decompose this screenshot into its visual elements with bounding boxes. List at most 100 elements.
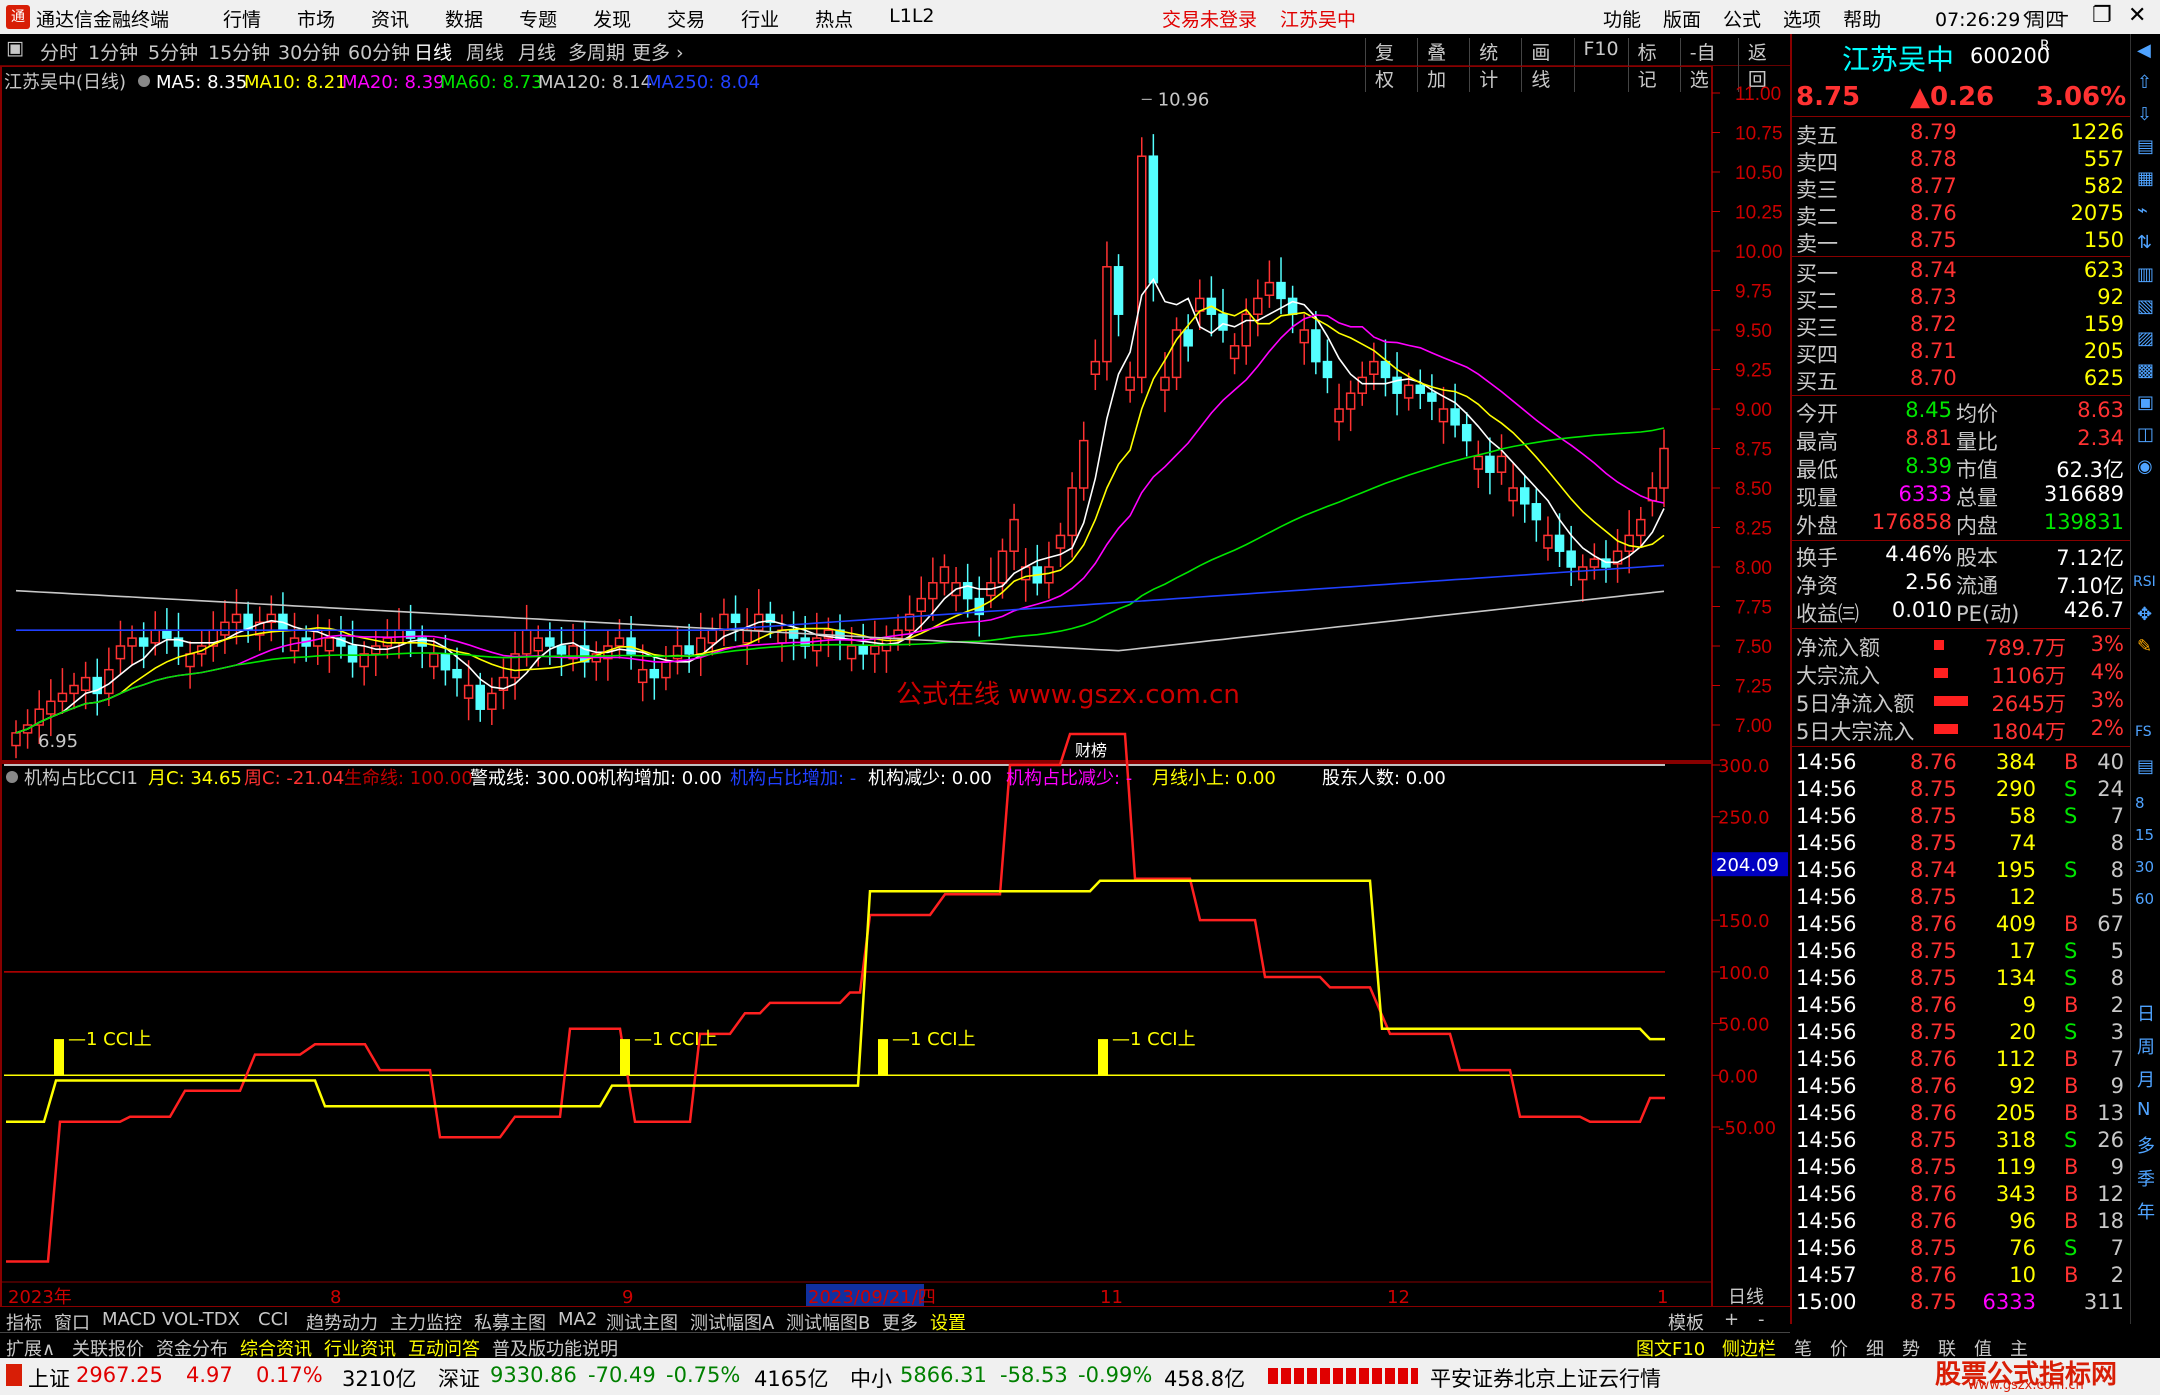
side-rsi[interactable]: RSI <box>2133 574 2156 590</box>
period-1[interactable]: 1分钟 <box>88 38 138 65</box>
side-tool-icon[interactable]: ◫ <box>2137 424 2154 445</box>
price-label: 9.25 <box>1735 361 1772 382</box>
candle-body <box>1264 281 1275 296</box>
side-tool-icon[interactable]: ◉ <box>2137 456 2153 477</box>
back-icon[interactable]: ‹ <box>2022 3 2031 28</box>
rmenu-0[interactable]: 功能 <box>1592 5 1652 32</box>
period-2[interactable]: 5分钟 <box>148 38 198 65</box>
ask-row-1: 卖四 8.78 557 <box>1796 147 2124 175</box>
login-status[interactable]: 交易未登录 <box>1162 5 1257 32</box>
zx-amount: 458.8亿 <box>1164 1367 1246 1391</box>
side-pen-icon[interactable]: ✎ <box>2137 636 2152 657</box>
tab-8[interactable]: MA2 <box>558 1309 597 1330</box>
stat-row-0: 今开 8.45 均价 8.63 <box>1796 398 2124 426</box>
side-period-2[interactable]: 月 <box>2137 1066 2155 1092</box>
chart-area[interactable]: 10.966.95公式在线 www.gszx.com.cn财榜 11.0010.… <box>0 66 1790 1312</box>
candle-body <box>1415 384 1426 394</box>
menu-3[interactable]: 数据 <box>427 5 501 32</box>
candle-body <box>1345 392 1356 410</box>
menu-9[interactable]: L1L2 <box>871 5 952 32</box>
side-period-0[interactable]: 日 <box>2137 1000 2155 1026</box>
price-label: 8.25 <box>1735 519 1772 540</box>
menu-7[interactable]: 行业 <box>723 5 797 32</box>
side-tool-icon[interactable]: ▦ <box>2137 168 2154 189</box>
legend-ma120: MA120: 8.14 <box>538 72 652 93</box>
side-period-15[interactable]: 15 <box>2135 826 2154 844</box>
side-tool-icon[interactable]: ⇧ <box>2137 72 2152 93</box>
candle-body <box>928 582 938 600</box>
side-period-3[interactable]: N <box>2137 1099 2150 1120</box>
candle-body <box>324 637 335 652</box>
rmenu-1[interactable]: 版面 <box>1652 5 1712 32</box>
side-period-6[interactable]: 年 <box>2137 1198 2155 1224</box>
side-tool-icon[interactable]: ⌁ <box>2137 200 2148 221</box>
period-9[interactable]: 多周期 <box>568 38 625 65</box>
period-10[interactable]: 更多 › <box>632 38 684 65</box>
panel-toggle-icon[interactable]: ▣ <box>6 37 24 59</box>
side-tool-icon[interactable]: ⇩ <box>2137 104 2152 125</box>
sz-change: -70.49 <box>588 1363 656 1387</box>
side-tool-icon[interactable]: ⇅ <box>2137 232 2152 253</box>
rmenu-4[interactable]: 帮助 <box>1832 5 1892 32</box>
menu-2[interactable]: 资讯 <box>353 5 427 32</box>
side-period-1[interactable]: 周 <box>2137 1033 2155 1059</box>
side-tool-icon[interactable]: ◀ <box>2137 40 2151 61</box>
price-change: ▲0.26 <box>1910 82 1995 112</box>
menu-0[interactable]: 行情 <box>205 5 279 32</box>
side-period-5[interactable]: 季 <box>2137 1165 2155 1191</box>
tick-row-5: 14:56 8.75 12 5 <box>1796 885 2124 909</box>
side-tool-icon[interactable]: ▧ <box>2137 296 2154 317</box>
side-tool-icon[interactable]: ▩ <box>2137 360 2154 381</box>
menu-1[interactable]: 市场 <box>279 5 353 32</box>
period-5[interactable]: 60分钟 <box>348 38 410 65</box>
price-label: 9.75 <box>1735 282 1772 303</box>
restore-icon[interactable]: ❐ <box>2092 3 2112 28</box>
candle-body <box>1508 487 1518 502</box>
stat-row-4: 外盘 176858 内盘 139831 <box>1796 510 2124 538</box>
legend-toggle-icon[interactable] <box>138 75 150 87</box>
last-price: 8.75 <box>1796 82 1861 112</box>
side-period-60[interactable]: 60 <box>2135 890 2154 908</box>
period-4[interactable]: 30分钟 <box>278 38 340 65</box>
side-period-4[interactable]: 多 <box>2137 1132 2155 1158</box>
zx-name[interactable]: 中小 <box>850 1363 892 1393</box>
side-tool-icon[interactable]: ▣ <box>2137 392 2154 413</box>
candle-body <box>997 550 1008 584</box>
menu-4[interactable]: 专题 <box>501 5 575 32</box>
side-tool-icon[interactable]: ▤ <box>2137 136 2154 157</box>
tab-right-2[interactable]: - <box>1758 1309 1765 1330</box>
menu-8[interactable]: 热点 <box>797 5 871 32</box>
period-0[interactable]: 分时 <box>40 38 78 65</box>
side-fs[interactable]: FS <box>2135 724 2152 740</box>
side-move-icon[interactable]: ✥ <box>2137 604 2152 625</box>
ind-toggle-icon[interactable] <box>6 771 18 783</box>
indicator-tabs: 指标 窗口 MACD VOL-TDX CCI 趋势动力 主力监控 私募主图 MA2 测试主图 测试幅… <box>0 1306 1790 1334</box>
side-period-8[interactable]: 8 <box>2135 794 2145 812</box>
sz-name[interactable]: 深证 <box>438 1363 480 1393</box>
period-6[interactable]: 日线 <box>414 38 452 65</box>
candle-body <box>138 637 149 647</box>
badge[interactable]: 财榜 <box>1075 741 1107 760</box>
side-tool-icon[interactable]: ▥ <box>2137 264 2154 285</box>
side-period-30[interactable]: 30 <box>2135 858 2154 876</box>
close-icon[interactable]: ✕ <box>2128 3 2146 28</box>
tab-right-1[interactable]: + <box>1724 1309 1739 1330</box>
clock: 07:26:29 周四 <box>1935 9 2065 31</box>
tab-2[interactable]: MACD <box>102 1309 156 1330</box>
rmenu-3[interactable]: 选项 <box>1772 5 1832 32</box>
sh-name[interactable]: 上证 <box>28 1363 70 1393</box>
zx-value: 5866.31 <box>900 1363 987 1387</box>
menu-6[interactable]: 交易 <box>649 5 723 32</box>
side-chart-icon[interactable]: ▤ <box>2137 756 2154 777</box>
period-3[interactable]: 15分钟 <box>208 38 270 65</box>
period-8[interactable]: 月线 <box>518 38 556 65</box>
period-7[interactable]: 周线 <box>466 38 504 65</box>
candle-body <box>1102 266 1112 363</box>
minimize-icon[interactable]: – <box>2058 3 2069 28</box>
tab-3[interactable]: VOL-TDX <box>162 1309 240 1330</box>
menu-5[interactable]: 发现 <box>575 5 649 32</box>
ind-label: 150.0 <box>1718 911 1770 932</box>
side-tool-icon[interactable]: ▨ <box>2137 328 2154 349</box>
rmenu-2[interactable]: 公式 <box>1712 5 1772 32</box>
tab-4[interactable]: CCI <box>258 1309 288 1330</box>
